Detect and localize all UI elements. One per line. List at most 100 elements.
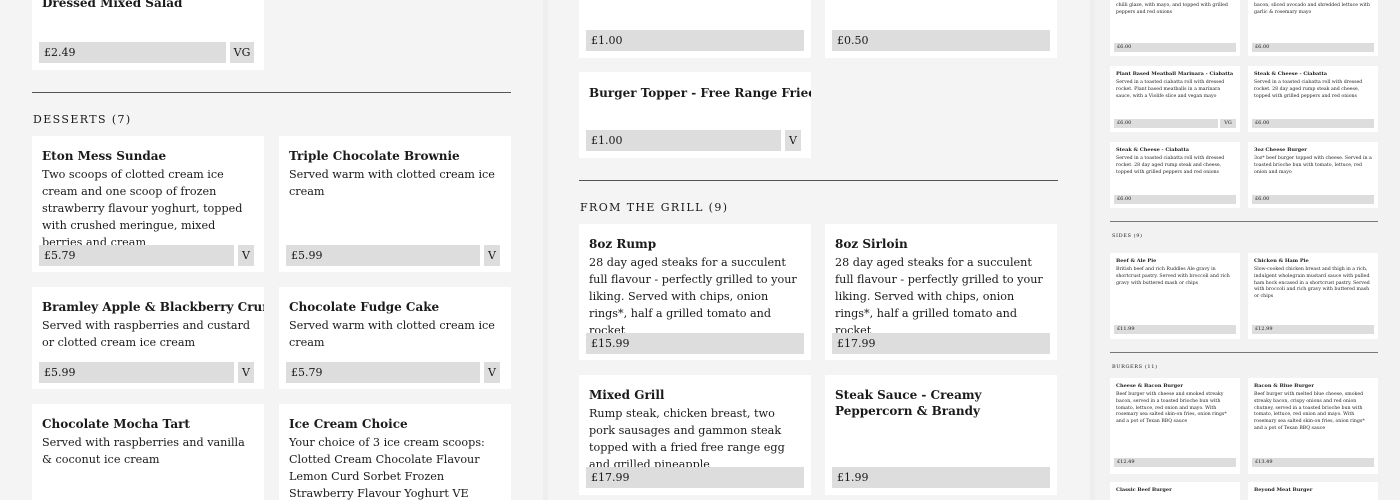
- section-divider: [32, 92, 511, 93]
- item-description: Served with raspberries and custard or c…: [42, 319, 251, 349]
- item-title: Steak & Cheese - Ciabatta: [1254, 71, 1328, 77]
- section-divider: [1110, 352, 1378, 353]
- dietary-badge: VG: [230, 42, 254, 63]
- price-badge: £2.49: [39, 42, 226, 63]
- menu-item-card[interactable]: Plant Based Meatball Marinara - Ciabatta…: [1110, 66, 1240, 132]
- item-description: Served in a toasted ciabatta roll with d…: [1254, 80, 1363, 99]
- price-badge: £17.99: [586, 467, 804, 488]
- item-title: Beyond Meat Burger: [1254, 487, 1313, 493]
- price-badge: £5.79: [286, 362, 480, 383]
- menu-item-card[interactable]: Eton Mess Sundae Two scoops of clotted c…: [32, 136, 264, 272]
- item-title: Chocolate Mocha Tart: [42, 417, 190, 431]
- menu-item-card[interactable]: Bramley Apple & Blackberry Crumble Pie S…: [32, 287, 264, 389]
- price-badge: £17.99: [832, 333, 1050, 354]
- section-divider: [579, 180, 1058, 181]
- menu-item-card[interactable]: Steak & Cheese - Ciabatta Served in a to…: [1248, 66, 1378, 132]
- price-badge: £15.99: [586, 333, 804, 354]
- price-badge: £1.99: [832, 467, 1050, 488]
- item-title: Classic Beef Burger: [1116, 487, 1172, 493]
- item-description: British beef and rich Ruddles Ale gravy …: [1116, 267, 1230, 286]
- item-title: Chicken & Ham Pie: [1254, 258, 1309, 264]
- price-badge: £11.99: [1114, 325, 1236, 334]
- menu-column-left: Dressed Mixed Salad £2.49 VG DESSERTS (7…: [0, 0, 543, 500]
- item-title: Plant Based Meatball Marinara - Ciabatta: [1116, 71, 1234, 77]
- item-title: Burger Topper - Free Range Fried Egg: [589, 86, 811, 100]
- menu-item-card[interactable]: rocket. Crispy chicken strips, smoked st…: [1248, 0, 1378, 56]
- item-description: rocket. Crispy chicken strips, smoked st…: [1254, 0, 1370, 15]
- menu-item-card[interactable]: Ice Cream Choice Your choice of 3 ice cr…: [279, 404, 511, 500]
- item-title: Steak Sauce - Creamy Peppercorn & Brandy: [835, 388, 982, 418]
- dietary-badge: V: [484, 362, 500, 383]
- item-description: Beef burger with melted blue cheese, smo…: [1254, 392, 1365, 431]
- menu-column-preview: rocket. Mango & lime chicken thighs in a…: [1095, 0, 1400, 500]
- menu-item-card[interactable]: Steak Sauce - Creamy Peppercorn & Brandy…: [825, 375, 1057, 495]
- item-title: Cheese & Bacon Burger: [1116, 383, 1183, 389]
- price-badge: £12.49: [1114, 458, 1236, 467]
- item-description: 28 day aged steaks for a succulent full …: [589, 256, 797, 337]
- menu-item-card[interactable]: Cheese & Bacon Burger Beef burger with c…: [1110, 378, 1240, 474]
- dietary-badge: V: [238, 362, 254, 383]
- section-header-burgers: BURGERS (11): [1112, 364, 1158, 370]
- item-title: Mixed Grill: [589, 388, 665, 402]
- item-title: Chocolate Fudge Cake: [289, 300, 440, 314]
- price-badge: £6.00: [1252, 119, 1374, 128]
- section-header-grill: FROM THE GRILL (9): [580, 201, 729, 214]
- menu-item-card[interactable]: Chocolate Mocha Tart Served with raspber…: [32, 404, 264, 500]
- item-description: Two scoops of clotted cream ice cream an…: [42, 168, 243, 249]
- price-badge: £6.00: [1252, 195, 1374, 204]
- item-description: 3oz* beef burger topped with cheese. Ser…: [1254, 156, 1372, 175]
- item-description: Served in a toasted ciabatta roll with d…: [1116, 156, 1225, 175]
- item-description: Served warm with clotted cream ice cream: [289, 319, 495, 349]
- menu-item-card[interactable]: Chicken & Ham Pie Slow-cooked chicken br…: [1248, 253, 1378, 339]
- price-badge: £0.50: [832, 30, 1050, 51]
- menu-item-card[interactable]: Triple Chocolate Brownie Served warm wit…: [279, 136, 511, 272]
- menu-item-card[interactable]: Beyond Meat Burger: [1248, 482, 1378, 500]
- menu-item-card[interactable]: Mixed Grill Rump steak, chicken breast, …: [579, 375, 811, 495]
- menu-item-card[interactable]: Burger Topper - Free Range Fried Egg £1.…: [579, 72, 811, 158]
- price-badge: £5.79: [39, 245, 234, 266]
- menu-item-card[interactable]: 3oz Cheese Burger 3oz* beef burger toppe…: [1248, 142, 1378, 208]
- item-description: Slow-cooked chicken breast and thigh in …: [1254, 267, 1370, 300]
- menu-item-card[interactable]: rocket. Mango & lime chicken thighs in a…: [1110, 0, 1240, 56]
- item-description: Served with raspberries and vanilla & co…: [42, 436, 245, 466]
- menu-item-card[interactable]: Bacon & Blue Burger Beef burger with mel…: [1248, 378, 1378, 474]
- price-badge: £5.99: [39, 362, 234, 383]
- price-badge: £6.00: [1252, 43, 1374, 52]
- menu-item-card[interactable]: Beef & Ale Pie British beef and rich Rud…: [1110, 253, 1240, 339]
- item-description: rocket. Mango & lime chicken thighs in a…: [1116, 0, 1230, 15]
- item-description: Served in a toasted ciabatta roll with d…: [1116, 80, 1225, 99]
- menu-item-card[interactable]: 8oz Rump 28 day aged steaks for a succul…: [579, 224, 811, 360]
- price-badge: £5.99: [286, 245, 480, 266]
- dietary-badge: VG: [1220, 119, 1236, 128]
- dietary-badge: V: [785, 130, 801, 151]
- section-header-sides: SIDES (9): [1112, 233, 1143, 239]
- item-title: 3oz Cheese Burger: [1254, 147, 1307, 153]
- item-description: Your choice of 3 ice cream scoops: Clott…: [289, 436, 485, 500]
- section-header-desserts: DESSERTS (7): [33, 113, 132, 126]
- dietary-badge: V: [238, 245, 254, 266]
- price-badge: £12.99: [1252, 325, 1374, 334]
- item-title: Triple Chocolate Brownie: [289, 149, 460, 163]
- item-title: Eton Mess Sundae: [42, 149, 167, 163]
- price-badge: £1.00: [586, 130, 781, 151]
- item-title: Bacon & Blue Burger: [1254, 383, 1314, 389]
- item-description: Beef burger with cheese and smoked strea…: [1116, 392, 1227, 425]
- item-description: Served warm with clotted cream ice cream: [289, 168, 495, 198]
- dietary-badge: V: [484, 245, 500, 266]
- menu-item-card[interactable]: £0.50: [825, 0, 1057, 58]
- item-title: Bramley Apple & Blackberry Crumble Pie: [42, 300, 264, 314]
- menu-item-card[interactable]: Dressed Mixed Salad £2.49 VG: [32, 0, 264, 70]
- item-description: 28 day aged steaks for a succulent full …: [835, 256, 1043, 337]
- menu-item-card[interactable]: Chocolate Fudge Cake Served warm with cl…: [279, 287, 511, 389]
- menu-item-card[interactable]: Classic Beef Burger: [1110, 482, 1240, 500]
- item-title: Beef & Ale Pie: [1116, 258, 1157, 264]
- menu-item-card[interactable]: 8oz Sirloin 28 day aged steaks for a suc…: [825, 224, 1057, 360]
- price-badge: £6.00: [1114, 119, 1218, 128]
- item-title: Ice Cream Choice: [289, 417, 408, 431]
- menu-column-middle: £1.00 £0.50 Burger Topper - Free Range F…: [548, 0, 1090, 500]
- item-title: Steak & Cheese - Ciabatta: [1116, 147, 1190, 153]
- menu-item-card[interactable]: Steak & Cheese - Ciabatta Served in a to…: [1110, 142, 1240, 208]
- menu-item-card[interactable]: £1.00: [579, 0, 811, 58]
- item-title: 8oz Sirloin: [835, 237, 908, 251]
- price-badge: £6.00: [1114, 195, 1236, 204]
